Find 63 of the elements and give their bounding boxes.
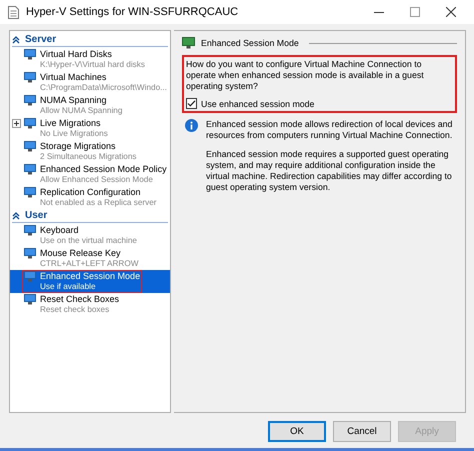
item-title: Enhanced Session Mode <box>40 271 140 282</box>
monitor-icon <box>24 95 36 106</box>
tree-item[interactable]: NUMA Spanning Allow NUMA Spanning <box>10 94 170 117</box>
item-title: Enhanced Session Mode Policy <box>40 164 167 175</box>
tree-item[interactable]: Enhanced Session Mode Use if available <box>10 270 170 293</box>
monitor-icon <box>24 164 36 175</box>
monitor-icon <box>24 187 36 198</box>
item-subtitle: No Live Migrations <box>39 129 108 139</box>
item-title: Mouse Release Key <box>40 248 121 259</box>
checkbox[interactable] <box>186 98 197 109</box>
monitor-icon <box>24 141 36 152</box>
item-subtitle: Allow Enhanced Session Mode <box>39 175 154 185</box>
tree-item[interactable]: Storage Migrations 2 Simultaneous Migrations <box>10 140 170 163</box>
close-icon[interactable] <box>446 7 456 17</box>
monitor-icon <box>182 37 195 49</box>
item-subtitle: Allow NUMA Spanning <box>39 106 122 116</box>
document-icon <box>8 6 19 18</box>
item-title: Live Migrations <box>40 118 101 129</box>
monitor-icon <box>24 118 36 129</box>
monitor-icon <box>24 49 36 60</box>
tree-item[interactable]: Virtual Machines C:\ProgramData\Microsoft\Windo... <box>10 71 170 94</box>
item-title: Storage Migrations <box>40 141 116 152</box>
item-title: Replication Configuration <box>40 187 141 198</box>
monitor-icon <box>24 225 36 236</box>
item-subtitle: 2 Simultaneous Migrations <box>39 152 136 162</box>
checkbox-label: Use enhanced session mode <box>201 98 314 108</box>
monitor-icon <box>24 248 36 259</box>
item-subtitle: Not enabled as a Replica server <box>39 198 157 208</box>
monitor-icon <box>24 294 36 305</box>
window-title: Hyper-V Settings for WIN-SSFURRQCAUC <box>26 6 240 18</box>
tree-item[interactable]: Keyboard Use on the virtual machine <box>10 224 170 247</box>
item-subtitle: K:\Hyper-V\Virtual hard disks <box>39 60 145 70</box>
tree-item[interactable]: Virtual Hard Disks K:\Hyper-V\Virtual hard disks <box>10 48 170 71</box>
item-title: Reset Check Boxes <box>40 294 120 305</box>
item-subtitle: CTRL+ALT+LEFT ARROW <box>39 259 138 269</box>
tree-item[interactable]: Mouse Release Key CTRL+ALT+LEFT ARROW <box>10 247 170 270</box>
question-text: How do you want to configure Virtual Machine Connection to operate when enhanced session mode is available in a guest operating system? <box>186 59 425 92</box>
tree-item[interactable]: Reset Check Boxes Reset check boxes <box>10 293 170 316</box>
section-header[interactable]: Server <box>12 33 168 47</box>
section-heading: Enhanced Session Mode <box>201 38 299 48</box>
collapse-icon[interactable] <box>12 36 20 44</box>
tree-item[interactable]: Enhanced Session Mode Policy Allow Enhanced Session Mode <box>10 163 170 186</box>
tree-item[interactable]: Live Migrations No Live Migrations <box>10 117 170 140</box>
item-title: Keyboard <box>40 225 79 236</box>
maximize-icon[interactable] <box>410 7 420 17</box>
item-title: NUMA Spanning <box>40 95 107 106</box>
item-title: Virtual Hard Disks <box>40 49 112 60</box>
item-subtitle: Reset check boxes <box>39 305 110 315</box>
item-subtitle: Use if available <box>39 282 97 292</box>
item-title: Virtual Machines <box>40 72 106 83</box>
section-header[interactable]: User <box>12 209 168 223</box>
expand-icon[interactable] <box>12 119 20 128</box>
monitor-icon <box>24 271 36 282</box>
dialog-button[interactable]: OK <box>268 421 326 442</box>
monitor-icon <box>24 72 36 83</box>
info-text: Enhanced session mode requires a supported guest operating system, and may require additional configuration inside the virtual machine. Redirection capabilities may differ according to guest operating system version. <box>206 149 453 193</box>
tree-item[interactable]: Replication Configuration Not enabled as a Replica server <box>10 186 170 209</box>
collapse-icon[interactable] <box>12 212 20 220</box>
info-text: Enhanced session mode allows redirection of local devices and resources from computers running Virtual Machine Connection. <box>206 119 454 141</box>
dialog-button[interactable]: Cancel <box>333 421 391 442</box>
item-subtitle: Use on the virtual machine <box>39 236 137 246</box>
item-subtitle: C:\ProgramData\Microsoft\Windo... <box>39 83 167 93</box>
info-icon <box>185 119 198 132</box>
